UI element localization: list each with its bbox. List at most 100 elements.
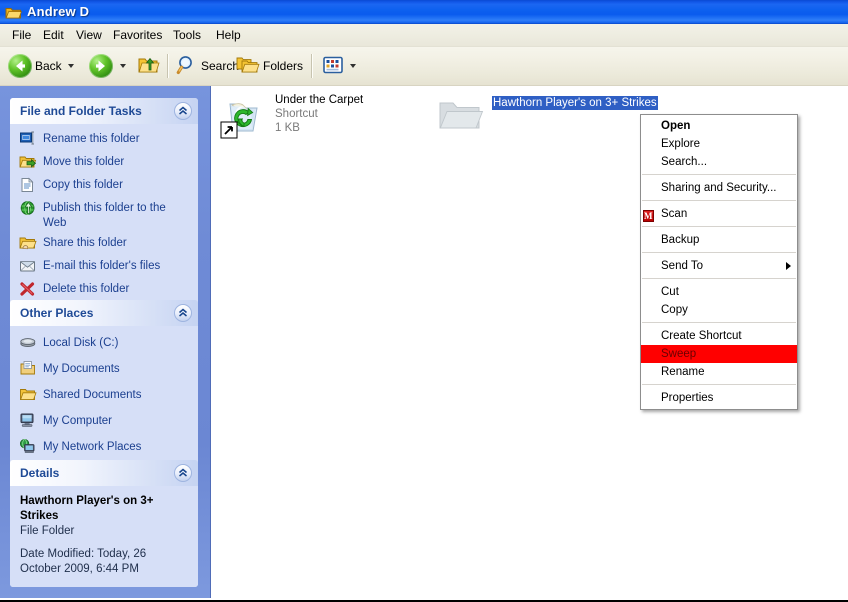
place-label: Shared Documents [43, 389, 142, 401]
menu-edit[interactable]: Edit [37, 24, 70, 46]
up-button[interactable] [137, 51, 161, 81]
context-menu-item-rename[interactable]: Rename [641, 363, 797, 381]
network-places-icon [19, 438, 37, 454]
place-label: My Computer [43, 415, 113, 427]
context-menu-separator [642, 278, 796, 280]
panel-other-places: Other Places Local Disk (C:) My Document… [10, 300, 198, 472]
panel-file-and-folder-tasks: File and Folder Tasks Rename this folder… [10, 98, 198, 313]
folder-cut-icon [436, 92, 484, 140]
context-menu-separator [642, 252, 796, 254]
explorer-window: Andrew D File Edit View Favorites Tools … [0, 0, 848, 600]
file-item-type: Shortcut [275, 108, 318, 120]
context-menu-item-backup[interactable]: Backup [641, 231, 797, 249]
details-date-modified: Date Modified: Today, 26 October 2009, 6… [20, 548, 147, 575]
place-label: My Network Places [43, 441, 142, 453]
recycle-bin-shortcut-icon [219, 92, 267, 140]
magnifier-icon [176, 54, 198, 79]
mcafee-scan-icon: M [643, 210, 654, 222]
folders-icon [236, 55, 260, 78]
chevron-up-icon[interactable] [174, 304, 192, 322]
menu-favorites[interactable]: Favorites [107, 24, 168, 46]
back-arrow-icon [8, 54, 32, 78]
menu-tools[interactable]: Tools [167, 24, 207, 46]
file-item-name: Hawthorn Player's on 3+ Strikes [492, 96, 658, 110]
file-item-text: Hawthorn Player's on 3+ Strikes [492, 93, 692, 111]
place-my-network-places[interactable]: My Network Places [10, 437, 198, 459]
search-button[interactable]: Search [176, 51, 239, 81]
share-folder-icon [19, 235, 37, 251]
context-menu-item-properties[interactable]: Properties [641, 389, 797, 407]
toolbar-separator-2 [311, 54, 313, 78]
place-my-documents[interactable]: My Documents [10, 359, 198, 381]
folders-button-label: Folders [263, 59, 304, 73]
task-label: Move this folder [43, 156, 125, 168]
task-publish-this-folder-to-the-web[interactable]: Publish this folder to the Web [10, 200, 198, 232]
delete-x-icon [19, 281, 37, 297]
context-menu-item-send-to[interactable]: Send To [641, 257, 797, 275]
panel-title: Other Places [20, 306, 94, 320]
email-icon [19, 258, 37, 274]
context-menu-item-create-shortcut[interactable]: Create Shortcut [641, 327, 797, 345]
context-menu-item-open[interactable]: Open [641, 117, 797, 135]
context-menu-item-copy[interactable]: Copy [641, 301, 797, 319]
context-menu-item-explore[interactable]: Explore [641, 135, 797, 153]
back-button[interactable]: Back [8, 51, 62, 81]
views-icon [322, 55, 344, 78]
task-copy-this-folder[interactable]: Copy this folder [10, 177, 198, 197]
context-menu-item-sharing-and-security[interactable]: Sharing and Security... [641, 179, 797, 197]
panel-body: Local Disk (C:) My Documents Shared Docu… [10, 326, 198, 472]
context-menu-item-cut[interactable]: Cut [641, 283, 797, 301]
context-menu-separator [642, 200, 796, 202]
views-button[interactable] [322, 51, 344, 81]
task-label: Delete this folder [43, 283, 130, 295]
forward-dropdown[interactable] [120, 51, 126, 81]
task-email-this-folders-files[interactable]: E-mail this folder's files [10, 258, 198, 278]
panel-header: Details [10, 460, 198, 486]
forward-button[interactable] [89, 51, 113, 81]
chevron-up-icon[interactable] [174, 102, 192, 120]
folder-icon [5, 4, 22, 19]
panel-details: Details Hawthorn Player's on 3+ Strikes … [10, 460, 198, 587]
back-button-label: Back [35, 59, 62, 73]
chevron-down-icon [120, 64, 126, 68]
window-title: Andrew D [27, 4, 90, 19]
task-share-this-folder[interactable]: Share this folder [10, 235, 198, 255]
panel-header: File and Folder Tasks [10, 98, 198, 124]
task-move-this-folder[interactable]: Move this folder [10, 154, 198, 174]
move-folder-icon [19, 154, 37, 170]
panel-title: File and Folder Tasks [20, 104, 142, 118]
file-item[interactable]: Under the Carpet Shortcut 1 KB [219, 92, 449, 146]
panel-header: Other Places [10, 300, 198, 326]
place-shared-documents[interactable]: Shared Documents [10, 385, 198, 407]
context-menu[interactable]: Open Explore Search... Sharing and Secur… [640, 114, 798, 410]
task-label: Publish this folder to the Web [43, 202, 166, 229]
folders-button[interactable]: Folders [236, 51, 303, 81]
file-item-name: Under the Carpet [275, 94, 364, 106]
place-my-computer[interactable]: My Computer [10, 411, 198, 433]
shared-documents-icon [19, 386, 37, 402]
back-dropdown[interactable] [68, 51, 74, 81]
task-delete-this-folder[interactable]: Delete this folder [10, 281, 198, 301]
context-menu-item-search[interactable]: Search... [641, 153, 797, 171]
place-local-disk-c[interactable]: Local Disk (C:) [10, 333, 198, 355]
menu-help[interactable]: Help [210, 24, 247, 46]
context-menu-item-sweep[interactable]: Sweep [641, 345, 797, 363]
task-rename-this-folder[interactable]: Rename this folder [10, 131, 198, 151]
context-menu-separator [642, 322, 796, 324]
context-menu-item-scan[interactable]: M Scan [641, 205, 797, 223]
menu-file[interactable]: File [6, 24, 37, 46]
toolbar: Back Search Folders [0, 47, 848, 86]
context-menu-item-label: Send To [661, 260, 703, 272]
menu-view[interactable]: View [70, 24, 108, 46]
title-bar: Andrew D [0, 0, 848, 24]
chevron-down-icon [68, 64, 74, 68]
search-button-label: Search [201, 59, 240, 73]
rename-icon [19, 131, 37, 147]
chevron-down-icon [350, 64, 356, 68]
task-label: E-mail this folder's files [43, 260, 161, 272]
toolbar-separator-1 [167, 54, 169, 78]
views-dropdown[interactable] [350, 51, 356, 81]
task-label: Share this folder [43, 237, 127, 249]
chevron-up-icon[interactable] [174, 464, 192, 482]
menu-bar: File Edit View Favorites Tools Help [0, 24, 848, 47]
